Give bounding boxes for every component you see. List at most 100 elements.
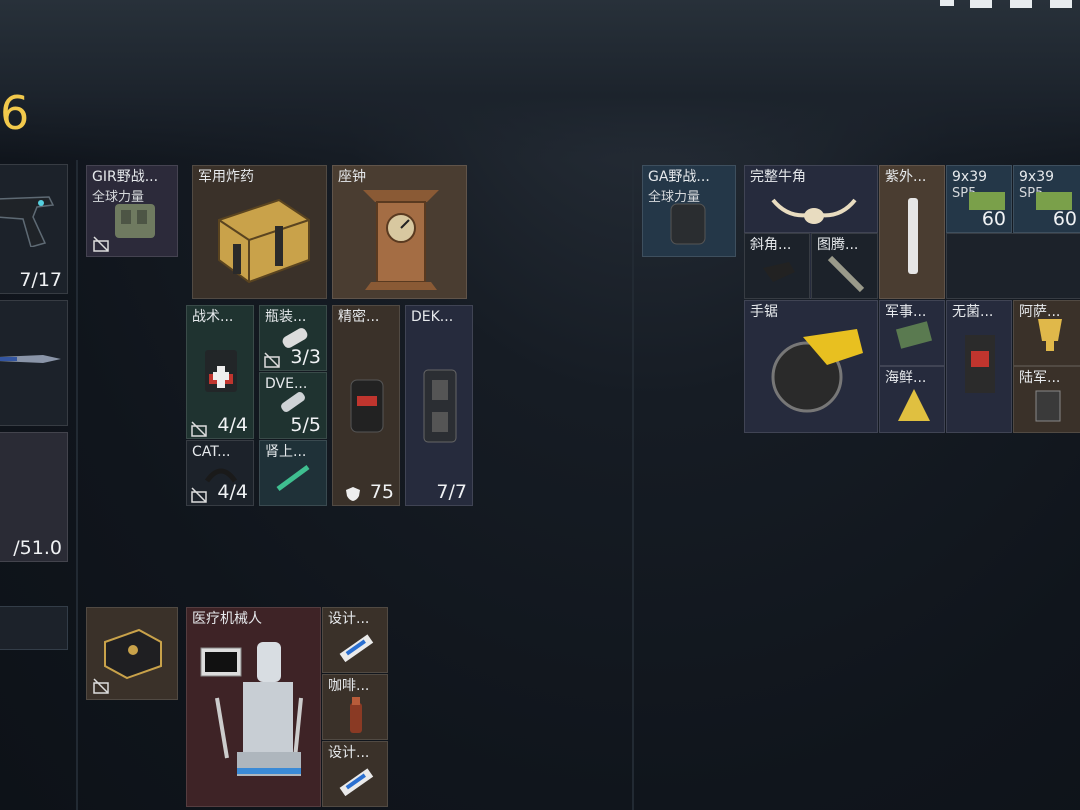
medkit-icon — [205, 350, 237, 392]
ammo2-label: 9x39 — [1019, 169, 1055, 185]
ammo2-slot[interactable]: 9x39 SP5 60 — [1013, 165, 1080, 233]
sterile-slot[interactable]: 无菌... — [946, 300, 1012, 433]
sterile-pack-icon — [965, 335, 995, 393]
uv-label: 紫外... — [885, 169, 927, 185]
army-label: 陆军... — [1019, 370, 1061, 386]
explosive-label: 军用炸药 — [198, 169, 254, 185]
alfa-slot[interactable]: 阿萨... — [1013, 300, 1080, 366]
ga-case-slot[interactable]: GA野战... 全球力量 — [642, 165, 736, 257]
tactical-label: 战术... — [192, 309, 234, 325]
adrenaline-label: 肾上... — [265, 444, 307, 460]
uv-slot[interactable]: 紫外... — [879, 165, 945, 299]
syringe-icon — [276, 464, 310, 492]
dve-slot[interactable]: DVE... 5/5 — [259, 372, 327, 439]
design2-label: 设计... — [328, 745, 370, 761]
cat-label: CAT... — [192, 444, 231, 460]
no-insurance-icon — [191, 487, 207, 503]
bevel-slot[interactable]: 斜角... — [744, 233, 810, 299]
adrenaline-slot[interactable]: 肾上... — [259, 440, 327, 506]
knife-slot[interactable] — [0, 300, 68, 426]
dek-count: 7/7 — [436, 481, 467, 503]
precision-label: 精密... — [338, 309, 380, 325]
tactical-count: 4/4 — [217, 414, 248, 436]
ammo1-slot[interactable]: 9x39 SP5 60 — [946, 165, 1012, 233]
tactical-slot[interactable]: 战术... 4/4 — [186, 305, 254, 439]
bottle-count: 3/3 — [290, 346, 321, 368]
sterile-label: 无菌... — [952, 304, 994, 320]
army-slot[interactable]: 陆军... — [1013, 366, 1080, 433]
explosive-slot[interactable]: 军用炸药 — [192, 165, 327, 299]
totem-icon — [827, 255, 865, 293]
ammo2-count: 60 — [1052, 208, 1077, 230]
goblet-icon — [1038, 319, 1062, 351]
no-insurance-icon — [191, 421, 207, 437]
circular-saw-icon — [771, 329, 863, 413]
ammo1-count: 60 — [981, 208, 1006, 230]
coffee-slot[interactable]: 咖啡... — [322, 674, 388, 740]
tool-icon — [763, 262, 795, 282]
pyramid-icon — [898, 389, 930, 421]
cat-slot[interactable]: CAT... 4/4 — [186, 440, 254, 506]
pistol-ammo-count: 7/17 — [19, 269, 62, 291]
no-insurance-icon — [93, 236, 109, 252]
explosive-crate-icon — [218, 198, 310, 284]
uv-lamp-icon — [908, 198, 918, 274]
totem-slot[interactable]: 图腾... — [811, 233, 878, 299]
military1-label: 军事... — [885, 304, 927, 320]
dek-label: DEK... — [411, 309, 454, 325]
saw-slot[interactable]: 手锯 — [744, 300, 878, 433]
gir-case-label: GIR野战... — [92, 169, 159, 185]
no-insurance-icon — [93, 678, 109, 694]
locked-case-slot[interactable] — [86, 607, 178, 700]
seafood-slot[interactable]: 海鲜... — [879, 366, 945, 433]
horn-slot[interactable]: 完整牛角 — [744, 165, 878, 233]
design1-slot[interactable]: 设计... — [322, 607, 388, 673]
empty-stash-cell[interactable] — [946, 233, 1080, 299]
battery-icon — [1050, 0, 1072, 8]
bottle-slot[interactable]: 瓶装... 3/3 — [259, 305, 327, 371]
armor-plate-icon — [350, 379, 384, 433]
coffee-bottle-icon — [350, 697, 362, 733]
med-robot-slot[interactable]: 医疗机械人 — [186, 607, 321, 807]
tactical-rig-icon — [115, 204, 155, 238]
med-robot-label: 医疗机械人 — [192, 611, 262, 627]
military1-slot[interactable]: 军事... — [879, 300, 945, 366]
top-banner — [0, 0, 1080, 160]
cat-count: 4/4 — [217, 481, 248, 503]
radio-icon — [1035, 390, 1061, 422]
coffee-label: 咖啡... — [328, 678, 370, 694]
column-divider-left — [76, 160, 78, 810]
ammo1-label: 9x39 — [952, 169, 988, 185]
pistol-slot[interactable]: 7/17 — [0, 164, 68, 294]
mute-icon — [940, 0, 954, 6]
bevel-label: 斜角... — [750, 237, 792, 253]
clock-slot[interactable]: 座钟 — [332, 165, 467, 299]
no-insurance-icon — [264, 352, 280, 368]
blueprint-icon — [339, 768, 374, 797]
column-divider-right — [632, 160, 634, 810]
dve-count: 5/5 — [290, 414, 321, 436]
vest-icon — [423, 369, 457, 443]
medical-robot-icon — [200, 642, 303, 776]
precision-slot[interactable]: 精密... 75 — [332, 305, 400, 506]
ga-case-label: GA野战... — [648, 169, 710, 185]
injector-icon — [281, 392, 305, 412]
signal-icon — [970, 0, 992, 8]
design1-label: 设计... — [328, 611, 370, 627]
loot-box-icon — [104, 628, 162, 680]
seafood-label: 海鲜... — [885, 370, 927, 386]
circuit-board-icon — [896, 321, 932, 349]
knife-icon — [0, 355, 61, 363]
empty-slot[interactable] — [0, 606, 68, 650]
backpack-weight-slot[interactable]: /51.0 — [0, 432, 68, 562]
totem-label: 图腾... — [817, 237, 859, 253]
design2-slot[interactable]: 设计... — [322, 741, 388, 807]
mantel-clock-icon — [363, 190, 439, 290]
status-bar — [910, 0, 1080, 14]
shield-icon — [346, 487, 360, 501]
weight-readout: /51.0 — [13, 537, 62, 559]
precision-durability: 75 — [369, 481, 394, 503]
dek-slot[interactable]: DEK... 7/7 — [405, 305, 473, 506]
wifi-icon — [1010, 0, 1032, 8]
gir-case-slot[interactable]: GIR野战... 全球力量 — [86, 165, 178, 257]
